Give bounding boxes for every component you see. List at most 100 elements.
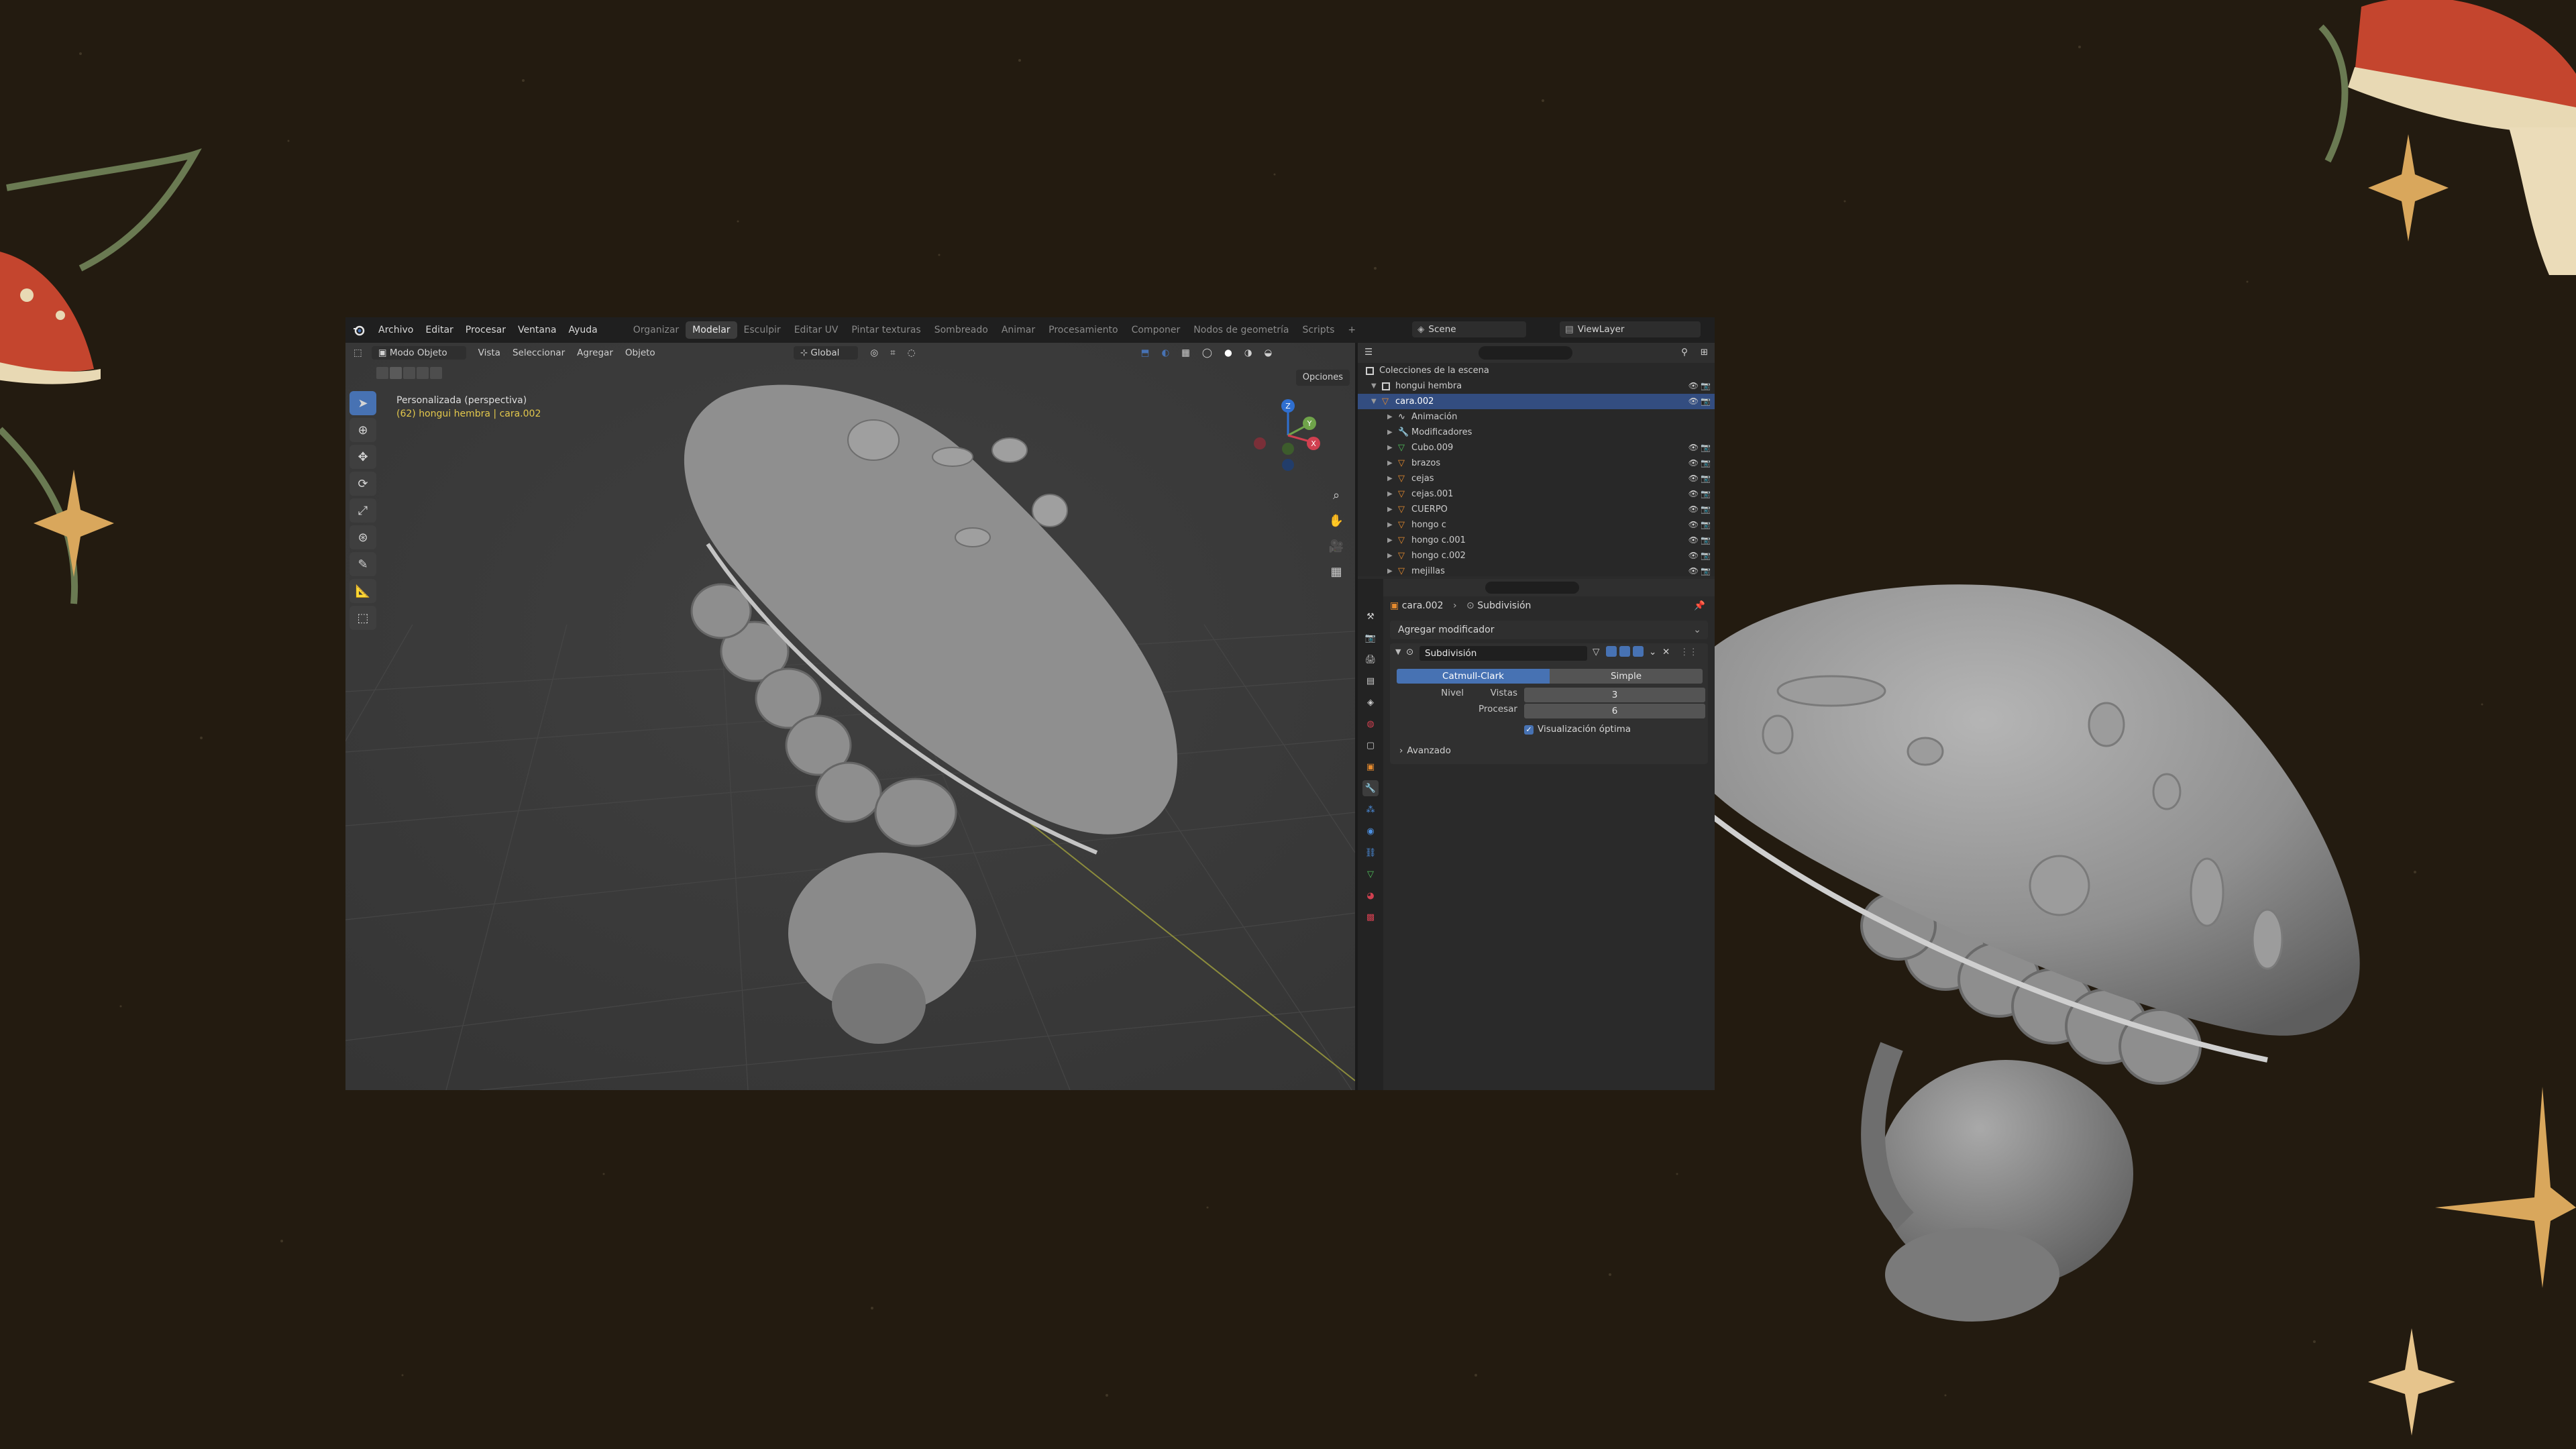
outliner-root[interactable]: Colecciones de la escena (1358, 363, 1715, 378)
mode-selector[interactable]: ▣ Modo Objeto (371, 346, 466, 360)
data-tab-icon[interactable]: ▽ (1362, 866, 1379, 882)
material-tab-icon[interactable]: ◕ (1362, 888, 1379, 904)
grid-view-icon[interactable]: ▦ (1324, 560, 1348, 583)
tab-animar[interactable]: Animar (995, 321, 1042, 339)
outliner-item[interactable]: ▶ ▽ cejas.001 👁 📷 (1358, 486, 1715, 502)
tab-nodos-geometria[interactable]: Nodos de geometría (1187, 321, 1295, 339)
collection-tab-icon[interactable]: ▢ (1362, 737, 1379, 753)
outliner-item[interactable]: ▶ ▽ mejillas 👁 📷 (1358, 564, 1715, 576)
collapse-arrow-icon[interactable]: ▶ (1387, 471, 1393, 486)
physics-tab-icon[interactable]: ◉ (1362, 823, 1379, 839)
transform-orientation[interactable]: ⊹ Global (793, 346, 859, 360)
add-modifier-dropdown[interactable]: Agregar modificador ⌄ (1390, 621, 1708, 639)
tab-componer[interactable]: Componer (1125, 321, 1187, 339)
visibility-eye-icon[interactable]: 👁 (1688, 548, 1699, 564)
modifier-tab-icon[interactable]: 🔧 (1362, 780, 1379, 796)
world-tab-icon[interactable]: ◍ (1362, 716, 1379, 732)
advanced-section[interactable]: › Avanzado (1399, 745, 1451, 756)
visibility-eye-icon[interactable]: 👁 (1688, 564, 1699, 576)
add-cube-tool[interactable]: ⬚ (350, 606, 376, 630)
scene-tab-icon[interactable]: ◈ (1362, 694, 1379, 710)
tab-editar-uv[interactable]: Editar UV (788, 321, 845, 339)
visibility-eye-icon[interactable]: 👁 (1688, 502, 1699, 517)
outliner-item[interactable]: ▶ 🔧 Modificadores (1358, 425, 1715, 440)
expand-arrow-icon[interactable]: ▼ (1371, 378, 1377, 394)
menu-procesar[interactable]: Procesar (460, 325, 512, 335)
render-levels-field[interactable]: 6 (1524, 704, 1705, 718)
menu-seleccionar[interactable]: Seleccionar (513, 347, 565, 358)
outliner-search-input[interactable] (1479, 346, 1572, 360)
transform-tool[interactable]: ⊛ (350, 525, 376, 549)
visibility-eye-icon[interactable]: 👁 (1688, 394, 1699, 409)
menu-editar[interactable]: Editar (419, 325, 459, 335)
filter-icon[interactable]: ⚲ (1681, 347, 1688, 358)
tab-scripts[interactable]: Scripts (1296, 321, 1342, 339)
camera-icon[interactable]: 🎥 (1324, 535, 1348, 557)
pivot-icon[interactable]: ◎ (870, 347, 878, 358)
cage-toggle-icon[interactable] (1606, 646, 1617, 657)
move-tool[interactable]: ✥ (350, 445, 376, 469)
object-tab-icon[interactable]: ▣ (1362, 759, 1379, 775)
shading-solid-icon[interactable]: ● (1224, 347, 1232, 358)
shading-wireframe-icon[interactable]: ◯ (1202, 347, 1212, 358)
cursor-tool[interactable]: ⊕ (350, 418, 376, 442)
xray-icon[interactable]: ▦ (1181, 347, 1190, 358)
collapse-arrow-icon[interactable]: ▶ (1387, 548, 1393, 564)
render-camera-icon[interactable]: 📷 (1701, 517, 1711, 533)
collapse-arrow-icon[interactable]: ▶ (1387, 440, 1393, 455)
render-camera-icon[interactable]: 📷 (1701, 440, 1711, 455)
visibility-eye-icon[interactable]: 👁 (1688, 378, 1699, 394)
collapse-arrow-icon[interactable]: ▶ (1387, 425, 1393, 440)
render-toggle-icon[interactable] (1633, 646, 1644, 657)
view-layer-selector[interactable]: ▤ ViewLayer (1560, 321, 1701, 337)
render-camera-icon[interactable]: 📷 (1701, 502, 1711, 517)
snap-icon[interactable]: ⌗ (890, 347, 896, 358)
pan-hand-icon[interactable]: ✋ (1324, 509, 1348, 532)
outliner-item[interactable]: ▼ ▽ cara.002 👁 📷 (1358, 394, 1715, 409)
render-camera-icon[interactable]: 📷 (1701, 564, 1711, 576)
visibility-eye-icon[interactable]: 👁 (1688, 440, 1699, 455)
viewport-levels-field[interactable]: 3 (1524, 688, 1705, 702)
tab-modelar[interactable]: Modelar (686, 321, 737, 339)
collapse-arrow-icon[interactable]: ▼ (1395, 647, 1401, 656)
options-dropdown[interactable]: Opciones (1295, 370, 1350, 386)
render-camera-icon[interactable]: 📷 (1701, 548, 1711, 564)
outliner-item[interactable]: ▶ ∿ Animación (1358, 409, 1715, 425)
outliner-item[interactable]: ▶ ▽ hongo c.001 👁 📷 (1358, 533, 1715, 548)
outliner-item[interactable]: ▶ ▽ cejas 👁 📷 (1358, 471, 1715, 486)
render-camera-icon[interactable]: 📷 (1701, 533, 1711, 548)
new-collection-icon[interactable]: ⊞ (1701, 347, 1708, 358)
tab-pintar-texturas[interactable]: Pintar texturas (845, 321, 927, 339)
output-tab-icon[interactable]: 🖨 (1362, 651, 1379, 667)
render-camera-icon[interactable]: 📷 (1701, 394, 1711, 409)
overlay-toggle-icon[interactable]: ◐ (1161, 347, 1169, 358)
texture-tab-icon[interactable]: ▩ (1362, 909, 1379, 925)
view-layer-tab-icon[interactable]: ▤ (1362, 673, 1379, 689)
render-camera-icon[interactable]: 📷 (1701, 486, 1711, 502)
tab-esculpir[interactable]: Esculpir (737, 321, 788, 339)
scene-selector[interactable]: ◈ Scene (1412, 321, 1526, 337)
drag-handle-icon[interactable]: ⋮⋮ (1680, 647, 1698, 657)
select-box-tool[interactable]: ➤ (350, 391, 376, 415)
add-workspace-button[interactable]: + (1341, 321, 1362, 339)
remove-modifier-icon[interactable]: ✕ (1662, 647, 1670, 657)
rotate-tool[interactable]: ⟳ (350, 472, 376, 496)
menu-objeto[interactable]: Objeto (625, 347, 655, 358)
collapse-arrow-icon[interactable]: ▶ (1387, 502, 1393, 517)
navigation-gizmo[interactable]: Z Y X (1248, 395, 1328, 476)
optimal-display-checkbox[interactable]: ✓ (1524, 725, 1534, 735)
tool-tab-icon[interactable]: ⚒ (1362, 608, 1379, 625)
outliner-item[interactable]: ▶ ▽ Cubo.009 👁 📷 (1358, 440, 1715, 455)
3d-viewport[interactable]: ⬚ ▣ Modo Objeto Vista Seleccionar Agrega… (345, 343, 1355, 1090)
select-subtract-icon[interactable] (403, 367, 415, 379)
gizmo-toggle-icon[interactable]: ⬒ (1141, 347, 1150, 358)
outliner-item[interactable]: ▶ ▽ hongo c.002 👁 📷 (1358, 548, 1715, 564)
render-camera-icon[interactable]: 📷 (1701, 455, 1711, 471)
render-camera-icon[interactable]: 📷 (1701, 471, 1711, 486)
proportional-edit-icon[interactable]: ◌ (908, 347, 916, 358)
tab-sombreado[interactable]: Sombreado (928, 321, 995, 339)
annotate-tool[interactable]: ✎ (350, 552, 376, 576)
modifier-menu-icon[interactable]: ⌄ (1649, 647, 1656, 657)
outliner-collection[interactable]: ▼ hongui hembra 👁 📷 (1358, 378, 1715, 394)
menu-vista[interactable]: Vista (478, 347, 500, 358)
